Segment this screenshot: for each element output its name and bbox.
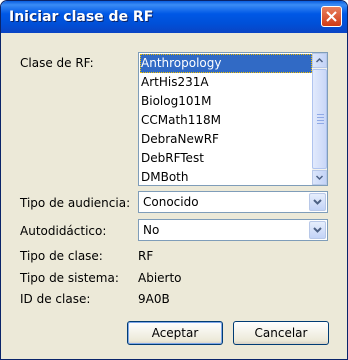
autodidactico-select[interactable]: No [138, 219, 328, 241]
list-item[interactable]: ArtHis231A [140, 73, 312, 92]
tipo-sistema-value: Abierto [138, 271, 182, 285]
id-clase-value: 9A0B [138, 292, 170, 306]
window-title: Iniciar clase de RF [9, 9, 154, 25]
audiencia-select[interactable]: Conocido [138, 191, 328, 213]
scroll-down-icon [315, 175, 324, 181]
list-item[interactable]: DebRFTest [140, 149, 312, 168]
close-icon [326, 11, 337, 22]
list-item[interactable]: Anthropology [140, 54, 312, 73]
autodidactico-value: No [143, 223, 160, 237]
dropdown-arrow-icon [313, 199, 322, 205]
list-item[interactable]: DebraNewRF [140, 130, 312, 149]
list-item[interactable]: DMBoth [140, 168, 312, 185]
accept-button[interactable]: Aceptar [127, 321, 223, 345]
id-clase-label: ID de clase: [20, 292, 91, 306]
scroll-up-icon [315, 57, 324, 63]
dialog-window: Iniciar clase de RF Clase de RF: Anthrop… [0, 0, 348, 360]
list-item[interactable]: CCMath118M [140, 111, 312, 130]
audiencia-dropdown-button[interactable] [309, 193, 326, 211]
autodidactico-label: Autodidáctico: [20, 224, 107, 238]
scroll-thumb[interactable] [312, 69, 327, 169]
audiencia-label: Tipo de audiencia: [20, 196, 131, 210]
clase-rf-list[interactable]: Anthropology ArtHis231A Biolog101M CCMat… [138, 52, 328, 186]
list-item[interactable]: Biolog101M [140, 92, 312, 111]
scroll-down-button[interactable] [312, 170, 327, 185]
clase-rf-label: Clase de RF: [20, 56, 94, 70]
vertical-scrollbar[interactable] [312, 53, 327, 185]
audiencia-value: Conocido [143, 195, 199, 209]
cancel-button[interactable]: Cancelar [233, 321, 329, 345]
tipo-clase-label: Tipo de clase: [20, 249, 103, 263]
autodidactico-dropdown-button[interactable] [309, 221, 326, 239]
title-bar[interactable]: Iniciar clase de RF [1, 1, 347, 33]
tipo-clase-value: RF [138, 249, 154, 263]
dropdown-arrow-icon [313, 227, 322, 233]
close-button[interactable] [321, 6, 342, 27]
scroll-up-button[interactable] [312, 53, 327, 68]
tipo-sistema-label: Tipo de sistema: [20, 271, 119, 285]
